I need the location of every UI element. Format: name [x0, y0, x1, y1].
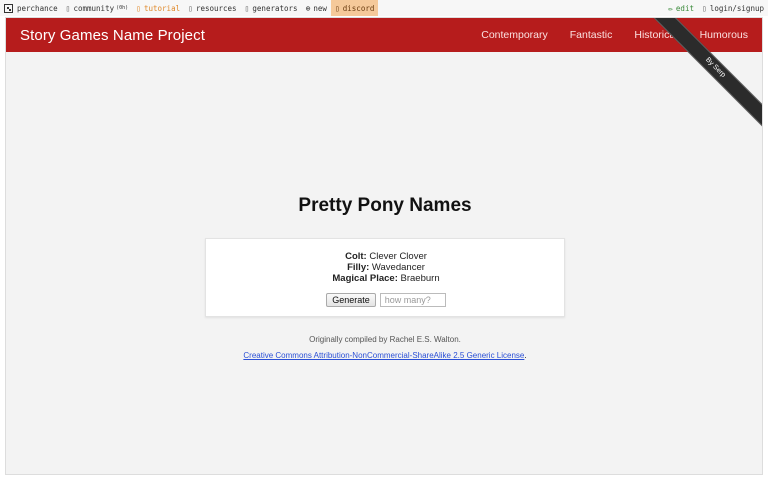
community-link[interactable]: ▯ community (0h): [62, 0, 133, 16]
nav-links: Contemporary Fantastic Historical Humoro…: [467, 29, 756, 41]
generators-link[interactable]: ▯ generators: [241, 0, 302, 16]
credit-text: Originally compiled by Rachel E.S. Walto…: [309, 335, 461, 344]
generators-label: generators: [252, 3, 298, 13]
perchance-label: perchance: [17, 3, 58, 13]
tutorial-label: tutorial: [143, 3, 181, 13]
resources-link[interactable]: ▯ resources: [184, 0, 240, 16]
pencil-icon: ✏: [668, 3, 673, 13]
generate-button[interactable]: Generate: [326, 293, 376, 307]
license-link[interactable]: Creative Commons Attribution-NonCommerci…: [243, 351, 524, 360]
result-value: Braeburn: [400, 273, 440, 284]
result-row: Colt: Clever Clover: [206, 251, 566, 262]
book-icon: ▯: [136, 3, 141, 13]
license-period: .: [524, 351, 527, 360]
result-row: Filly: Wavedancer: [206, 262, 566, 273]
site-navbar: Story Games Name Project Contemporary Fa…: [6, 18, 762, 52]
generator-controls: Generate: [206, 293, 566, 307]
count-input[interactable]: [379, 293, 446, 307]
edit-label: edit: [675, 3, 694, 13]
dice-icon: [4, 3, 13, 13]
result-list: Colt: Clever Clover Filly: Wavedancer Ma…: [206, 251, 566, 284]
nav-link-fantastic[interactable]: Fantastic: [562, 29, 621, 41]
people-icon: ▯: [65, 3, 71, 13]
result-card: Colt: Clever Clover Filly: Wavedancer Ma…: [205, 238, 565, 317]
user-icon: ▯: [701, 3, 707, 13]
resources-label: resources: [195, 3, 237, 13]
login-link[interactable]: ▯ login/signup: [698, 0, 768, 16]
generator-page: Story Games Name Project Contemporary Fa…: [5, 17, 763, 475]
site-brand[interactable]: Story Games Name Project: [20, 27, 205, 44]
chat-icon: ▯: [334, 3, 340, 13]
perchance-topbar: perchance ▯ community (0h) ▯ tutorial ▯ …: [0, 0, 768, 16]
new-label: new: [313, 3, 327, 13]
edit-link[interactable]: ✏ edit: [664, 0, 698, 16]
community-count: (0h): [116, 5, 129, 11]
license-line: Creative Commons Attribution-NonCommerci…: [6, 351, 762, 360]
discord-label: discord: [342, 3, 375, 13]
page-title: Pretty Pony Names: [298, 195, 472, 216]
nav-link-contemporary[interactable]: Contemporary: [473, 29, 556, 41]
community-label: community: [73, 3, 115, 13]
nav-link-humorous[interactable]: Humorous: [692, 29, 756, 41]
folder-icon: ▯: [188, 3, 193, 13]
login-label: login/signup: [709, 3, 764, 13]
grid-icon: ▯: [244, 3, 250, 13]
result-label: Magical Place:: [332, 273, 398, 284]
result-row: Magical Place: Braeburn: [206, 273, 566, 284]
discord-link[interactable]: ▯ discord: [330, 0, 379, 16]
tutorial-link[interactable]: ▯ tutorial: [132, 0, 184, 16]
new-link[interactable]: ⊕ new: [302, 0, 331, 16]
result-label: Filly:: [347, 262, 370, 273]
plus-circle-icon: ⊕: [305, 3, 311, 13]
result-value: Clever Clover: [369, 251, 427, 262]
result-value: Wavedancer: [371, 262, 425, 273]
result-label: Colt:: [345, 251, 367, 262]
perchance-home-link[interactable]: perchance: [0, 0, 62, 16]
